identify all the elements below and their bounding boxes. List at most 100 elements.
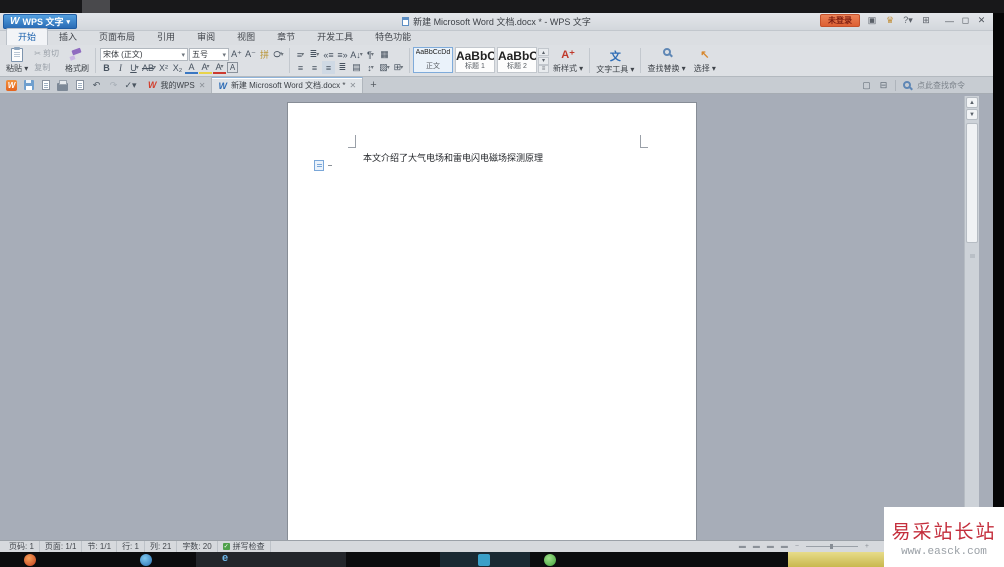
zoom-in-button[interactable]: + — [865, 543, 869, 550]
tab-developer[interactable]: 开发工具 — [306, 29, 364, 45]
align-right-button[interactable]: ≡ — [321, 61, 335, 74]
taskbar-app-icon[interactable] — [24, 554, 36, 566]
close-icon[interactable]: ✕ — [199, 81, 206, 90]
align-left-button[interactable]: ≡ — [294, 61, 307, 74]
subscript-button[interactable]: X₂ — [171, 61, 184, 74]
decrease-indent-button[interactable]: «≡ — [322, 48, 335, 61]
scroll-split-button[interactable]: ▼ — [966, 109, 978, 120]
new-document-tab-button[interactable]: + — [363, 79, 383, 91]
text-effects-button[interactable]: A — [184, 61, 198, 74]
cut-button[interactable]: ✂ 剪切 — [34, 47, 59, 60]
taskbar-browser-icon[interactable]: e — [222, 552, 228, 564]
tab-special-features[interactable]: 特色功能 — [364, 29, 422, 45]
tab-page-layout[interactable]: 页面布局 — [88, 29, 146, 45]
tab-home[interactable]: 开始 — [6, 28, 49, 45]
close-icon[interactable]: ✕ — [349, 81, 356, 90]
export-pdf-icon[interactable] — [40, 79, 51, 91]
tab-view[interactable]: 视图 — [226, 29, 266, 45]
font-size-select[interactable]: 五号 ▾ — [188, 48, 229, 61]
login-button[interactable]: 未登录 — [820, 14, 860, 27]
taskbar-app-icon[interactable] — [544, 554, 556, 566]
phonetic-guide-button[interactable]: 拼 — [258, 48, 271, 61]
scroll-up-button[interactable]: ▲ — [966, 97, 978, 108]
print-icon[interactable] — [57, 79, 68, 91]
taskbar-app-icon[interactable] — [140, 554, 152, 566]
highlight-color-button[interactable]: A ▾ — [198, 61, 212, 74]
superscript-button[interactable]: X² — [157, 61, 170, 74]
line-spacing-button[interactable]: ↕ ▾ — [364, 61, 377, 74]
status-word-count[interactable]: 字数: 20 — [177, 541, 218, 552]
minimize-button[interactable]: — — [942, 14, 957, 27]
columns-button[interactable]: ▦ — [378, 48, 391, 61]
view-mode-fullscreen-icon[interactable]: ▬ — [781, 543, 788, 550]
zoom-slider[interactable] — [805, 544, 858, 549]
view-mode-web-icon[interactable]: ▬ — [753, 543, 760, 550]
help-icon[interactable]: ?▾ — [902, 15, 914, 26]
styles-scroll-down[interactable]: ▾ — [537, 56, 549, 65]
tab-insert[interactable]: 插入 — [48, 29, 88, 45]
styles-scroll-up[interactable]: ▴ — [537, 48, 549, 56]
align-center-button[interactable]: ≡ — [308, 61, 321, 74]
print-preview-icon[interactable] — [74, 79, 85, 91]
shrink-font-button[interactable]: A⁻ — [244, 48, 257, 61]
windows-taskbar[interactable]: e — [0, 552, 1004, 567]
bullets-button[interactable]: ≡ ▾ — [294, 48, 307, 61]
font-color-button[interactable]: A ▾ — [212, 61, 226, 74]
increase-indent-button[interactable]: ≡» — [336, 48, 349, 61]
font-family-select[interactable]: 宋体 (正文) ▾ — [99, 48, 188, 61]
command-search-input[interactable] — [915, 79, 979, 91]
select-button[interactable]: ↖ 选择 ▾ — [690, 46, 720, 75]
wps-app-menu-button[interactable]: W WPS 文字 ▾ — [3, 14, 77, 29]
assistant-icon[interactable]: ▢ — [861, 79, 872, 91]
styles-gallery-expand[interactable]: ≡ — [537, 65, 549, 73]
maximize-button[interactable]: ◻ — [958, 14, 973, 27]
document-page[interactable]: 本文介绍了大气电场和雷电闪电磁场探测原理 — [287, 102, 697, 540]
close-button[interactable]: ✕ — [974, 14, 989, 27]
italic-button[interactable]: I — [114, 61, 127, 74]
find-replace-button[interactable]: 查找替换 ▾ — [643, 46, 689, 75]
undo-icon[interactable]: ↶ — [91, 79, 102, 91]
tab-review[interactable]: 审阅 — [186, 29, 226, 45]
shading-button[interactable]: ▨ ▾ — [378, 61, 391, 74]
switch-window-icon[interactable]: ⊟ — [878, 79, 889, 91]
customize-toolbar-icon[interactable]: ✓▾ — [124, 79, 136, 91]
scrollbar-thumb[interactable] — [966, 123, 978, 243]
vip-crown-icon[interactable]: ♛ — [884, 15, 896, 26]
new-style-button[interactable]: A⁺ 新样式 ▾ — [549, 46, 587, 75]
view-mode-page-icon[interactable]: ▬ — [739, 543, 746, 550]
style-heading1[interactable]: AaBbC 标题 1 — [454, 47, 495, 73]
tab-section[interactable]: 章节 — [266, 29, 306, 45]
distribute-button[interactable]: ▤ — [350, 61, 363, 74]
vertical-scrollbar[interactable]: ▲ ▼ — [964, 96, 979, 536]
zoom-out-button[interactable]: − — [795, 543, 799, 550]
taskbar-app-button[interactable] — [196, 552, 346, 567]
wps-home-icon[interactable]: W — [6, 79, 17, 91]
style-heading2[interactable]: AaBbC 标题 2 — [496, 47, 537, 73]
justify-button[interactable]: ≣ — [336, 61, 349, 74]
enclose-character-button[interactable]: A — [226, 62, 238, 73]
redo-icon[interactable]: ↷ — [108, 79, 119, 91]
underline-button[interactable]: U ▾ — [128, 61, 141, 74]
document-text[interactable]: 本文介绍了大气电场和雷电闪电磁场探测原理 — [363, 151, 543, 164]
format-painter-button[interactable]: 格式刷 — [61, 46, 93, 75]
skin-switch-icon[interactable]: ⊞ — [920, 15, 932, 26]
style-normal[interactable]: AaBbCcDd 正文 — [412, 47, 453, 73]
document-area[interactable]: 本文介绍了大气电场和雷电闪电磁场探测原理 ▲ ▼ — [0, 94, 993, 540]
view-mode-outline-icon[interactable]: ▬ — [767, 543, 774, 550]
paste-button[interactable]: 粘贴 ▾ — [2, 46, 32, 75]
taskbar-app-icon[interactable] — [478, 554, 490, 566]
command-search[interactable] — [895, 79, 979, 91]
status-spell-check[interactable]: ✓ 拼写检查 — [218, 541, 271, 552]
change-case-button[interactable]: ℺ ▾ — [272, 48, 285, 61]
grow-font-button[interactable]: A⁺ — [230, 48, 243, 61]
copy-button[interactable]: 复制 — [34, 61, 59, 74]
text-direction-button[interactable]: A↓ ▾ — [350, 48, 363, 61]
numbering-button[interactable]: ≣ ▾ — [308, 48, 321, 61]
borders-button[interactable]: ⊞ ▾ — [392, 61, 405, 74]
tab-current-document[interactable]: W 新建 Microsoft Word 文档.docx * ✕ — [212, 77, 364, 93]
message-icon[interactable]: ▣ — [866, 15, 878, 26]
text-tool-button[interactable]: 文 文字工具 ▾ — [592, 46, 638, 75]
tab-my-wps[interactable]: W 我的WPS ✕ — [142, 77, 213, 93]
bold-button[interactable]: B — [100, 61, 113, 74]
paragraph-layout-icon[interactable] — [314, 160, 324, 171]
